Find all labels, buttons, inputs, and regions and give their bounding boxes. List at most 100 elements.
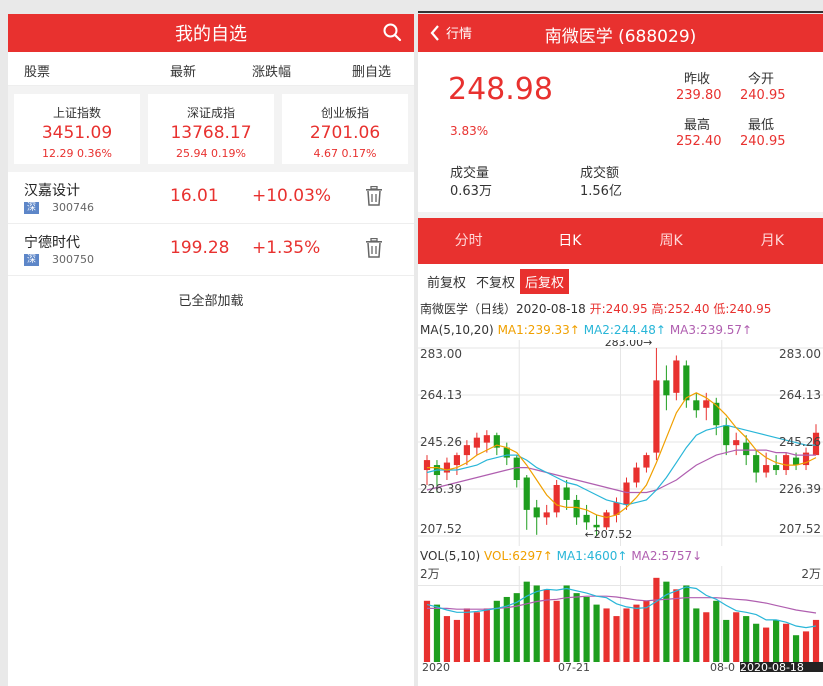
search-icon[interactable] <box>382 22 402 42</box>
tab-weekly-k[interactable]: 周K <box>621 218 722 264</box>
detail-header: 行情 南微医学 (688029) <box>418 14 823 52</box>
ma1-value: MA1:239.33↑ <box>497 323 580 337</box>
y-tick-label-left: 207.52 <box>420 522 462 536</box>
low-value: 240.95 <box>740 134 786 149</box>
index-change: 25.94 0.19% <box>176 147 246 160</box>
candle-body <box>792 457 800 466</box>
y-tick-label-left: 283.00 <box>420 347 462 361</box>
volume-bar <box>782 623 790 662</box>
vol-legend: VOL(5,10) VOL:6297↑ MA1:4600↑ MA2:5757↓ <box>418 546 823 566</box>
volume-bar <box>703 612 710 662</box>
index-cards: 上证指数 3451.09 12.29 0.36% 深证成指 13768.17 2… <box>8 86 414 172</box>
candle-body <box>653 380 660 453</box>
vol-tick-left: 2万 <box>420 567 440 581</box>
tab-daily-k[interactable]: 日K <box>519 218 620 264</box>
adjust-forward[interactable]: 前复权 <box>422 269 471 294</box>
x-tick-label: 08-0 <box>710 661 735 672</box>
candle-body <box>463 445 470 456</box>
volume-bar <box>643 600 650 662</box>
adjust-backward[interactable]: 后复权 <box>520 268 570 294</box>
stock-row[interactable]: 汉嘉设计 深 300746 16.01 +10.03% <box>8 172 414 224</box>
watchlist-title: 我的自选 <box>175 24 247 45</box>
ma-legend: MA(5,10,20) MA1:239.33↑ MA2:244.48↑ MA3:… <box>418 320 823 340</box>
volume-bar <box>713 600 720 662</box>
y-tick-label-right: 245.26 <box>779 435 821 449</box>
candle-body <box>723 425 730 446</box>
ma3-value: MA3:239.57↑ <box>669 323 753 337</box>
info-low: 低:240.95 <box>713 302 772 316</box>
y-tick-label-right: 264.13 <box>779 388 821 402</box>
high-value: 252.40 <box>676 134 722 149</box>
watchlist-header: 我的自选 <box>8 14 414 52</box>
ma1-line <box>427 392 817 519</box>
candle-body <box>733 440 740 446</box>
volume-chart[interactable]: 2万 2万 2020 07-21 08-0 2020-08-18 <box>418 566 823 672</box>
prev-close-value: 239.80 <box>676 88 722 103</box>
min-price-marker: ←207.52 <box>585 528 633 541</box>
candle-body <box>683 365 690 401</box>
candle-body <box>673 360 680 393</box>
volume-bar <box>473 612 480 662</box>
column-headers: 股票 最新 涨跌幅 删自选 <box>8 52 414 86</box>
col-remove: 删自选 <box>352 65 392 80</box>
tab-intraday[interactable]: 分时 <box>418 218 519 264</box>
volume-bar <box>433 604 441 662</box>
volume-bar <box>523 581 530 662</box>
candle-body <box>743 442 750 456</box>
candle-body <box>453 455 461 466</box>
adjust-none[interactable]: 不复权 <box>471 269 520 294</box>
col-stock: 股票 <box>24 65 51 80</box>
stock-price: 199.28 <box>170 238 230 258</box>
candle-body <box>693 400 700 411</box>
y-tick-label-right: 283.00 <box>779 347 821 361</box>
trash-icon[interactable] <box>365 186 383 206</box>
stock-pct: +1.35% <box>252 238 321 258</box>
volume-bar <box>493 600 500 662</box>
volume-bar <box>653 577 660 662</box>
volume-bar <box>773 619 780 662</box>
col-latest[interactable]: 最新 <box>170 61 196 80</box>
y-tick-label-left: 264.13 <box>420 388 462 402</box>
candle-body <box>583 514 590 523</box>
stock-row[interactable]: 宁德时代 深 300750 199.28 +1.35% <box>8 224 414 276</box>
col-change[interactable]: 涨跌幅 <box>252 61 291 80</box>
candle-body <box>623 482 630 505</box>
candle-body <box>553 484 560 513</box>
x-tick-label: 07-21 <box>558 661 590 672</box>
volume-bar <box>583 596 590 662</box>
stock-price: 16.01 <box>170 186 219 206</box>
y-tick-label-right: 226.39 <box>779 482 821 496</box>
stock-name: 宁德时代 <box>24 235 80 251</box>
trash-icon[interactable] <box>365 238 383 258</box>
index-card-cyb[interactable]: 创业板指 2701.06 4.67 0.17% <box>282 94 408 164</box>
index-change: 12.29 0.36% <box>42 147 112 160</box>
volume-bar <box>623 608 630 662</box>
index-value: 2701.06 <box>309 123 381 143</box>
ma2-value: MA2:244.48↑ <box>583 323 666 337</box>
volume-bar <box>763 627 770 662</box>
volume-bar <box>453 619 461 662</box>
vol-ma1: MA1:4600↑ <box>556 549 628 563</box>
candlestick-chart[interactable]: 283.00 283.00 264.13 264.13 245.26 245.26 226.… <box>418 340 823 546</box>
candle-body <box>443 462 451 473</box>
vol-ma2: MA2:5757↓ <box>631 549 703 563</box>
market-badge: 深 <box>24 202 39 214</box>
volume-bar <box>753 623 760 662</box>
candle-body <box>593 524 600 528</box>
amount-value: 1.56亿 <box>580 184 622 199</box>
stock-title: 南微医学 (688029) <box>544 27 697 47</box>
volume-bar <box>483 608 490 662</box>
watchlist-panel: 我的自选 股票 最新 涨跌幅 删自选 上证指数 3451.09 12.29 0.… <box>8 14 414 686</box>
tab-monthly-k[interactable]: 月K <box>722 218 823 264</box>
index-card-sz[interactable]: 深证成指 13768.17 25.94 0.19% <box>148 94 274 164</box>
price-change-pct: 3.83% <box>450 124 489 138</box>
market-badge: 深 <box>24 254 39 266</box>
index-name: 上证指数 <box>52 106 101 120</box>
volume-value: 0.63万 <box>450 184 492 199</box>
index-name: 深证成指 <box>186 106 235 120</box>
candle-body <box>633 467 640 483</box>
candle-body <box>773 465 780 471</box>
candle-body <box>713 402 720 426</box>
volume-bar <box>593 604 600 662</box>
index-card-sh[interactable]: 上证指数 3451.09 12.29 0.36% <box>14 94 140 164</box>
